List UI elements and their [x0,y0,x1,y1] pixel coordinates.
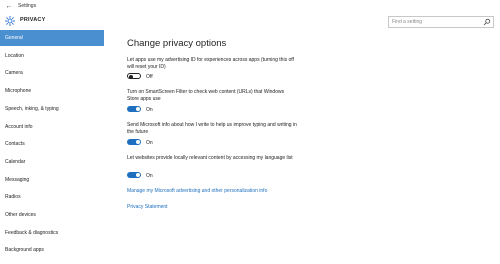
advertising-id-toggle[interactable] [127,73,141,79]
sidebar-item-speech[interactable]: Speech, inking, & typing [0,101,104,117]
toggle-knob [136,173,140,177]
language-list-state: On [146,172,153,179]
privacy-statement-link[interactable]: Privacy Statement [127,204,168,210]
search-box[interactable] [388,16,494,28]
toggle-knob [129,74,133,79]
sidebar-item-calendar[interactable]: Calendar [0,154,104,170]
sidebar-item-background-apps[interactable]: Background apps [0,242,104,258]
language-list-description: Let websites provide locally relevant co… [127,155,293,161]
writing-info-toggle[interactable] [127,139,141,145]
sidebar-item-account-info[interactable]: Account info [0,119,104,135]
sidebar-item-other-devices[interactable]: Other devices [0,207,104,223]
search-input[interactable] [389,17,487,27]
sidebar-item-general[interactable]: General [0,30,104,46]
smartscreen-toggle[interactable] [127,106,141,112]
writing-info-state: On [146,139,153,146]
back-arrow-icon[interactable]: ← [0,3,18,10]
window-title: Settings [18,3,37,9]
gear-icon [5,16,15,26]
sidebar-item-location[interactable]: Location [0,48,104,64]
page-header: PRIVACY [0,12,500,30]
toggle-knob [136,107,140,111]
toggle-knob [136,140,140,144]
sidebar-item-radios[interactable]: Radios [0,189,104,205]
sidebar-item-feedback[interactable]: Feedback & diagnostics [0,225,104,241]
section-title: PRIVACY [20,17,46,23]
sidebar: General Location Camera Microphone Speec… [0,30,104,264]
smartscreen-description: Turn on SmartScreen Filter to check web … [127,89,285,102]
writing-info-description: Send Microsoft info about how I write to… [127,122,297,135]
sidebar-item-messaging[interactable]: Messaging [0,172,104,188]
search-icon[interactable] [483,18,491,26]
sidebar-item-microphone[interactable]: Microphone [0,83,104,99]
manage-advertising-link[interactable]: Manage my Microsoft advertising and othe… [127,188,267,194]
language-list-toggle[interactable] [127,172,141,178]
advertising-id-description: Let apps use my advertising ID for exper… [127,57,294,70]
advertising-id-state: Off [146,73,153,80]
page-title: Change privacy options [127,38,227,49]
title-bar: ← Settings [0,0,500,12]
sidebar-item-contacts[interactable]: Contacts [0,136,104,152]
sidebar-item-camera[interactable]: Camera [0,65,104,81]
smartscreen-state: On [146,106,153,113]
